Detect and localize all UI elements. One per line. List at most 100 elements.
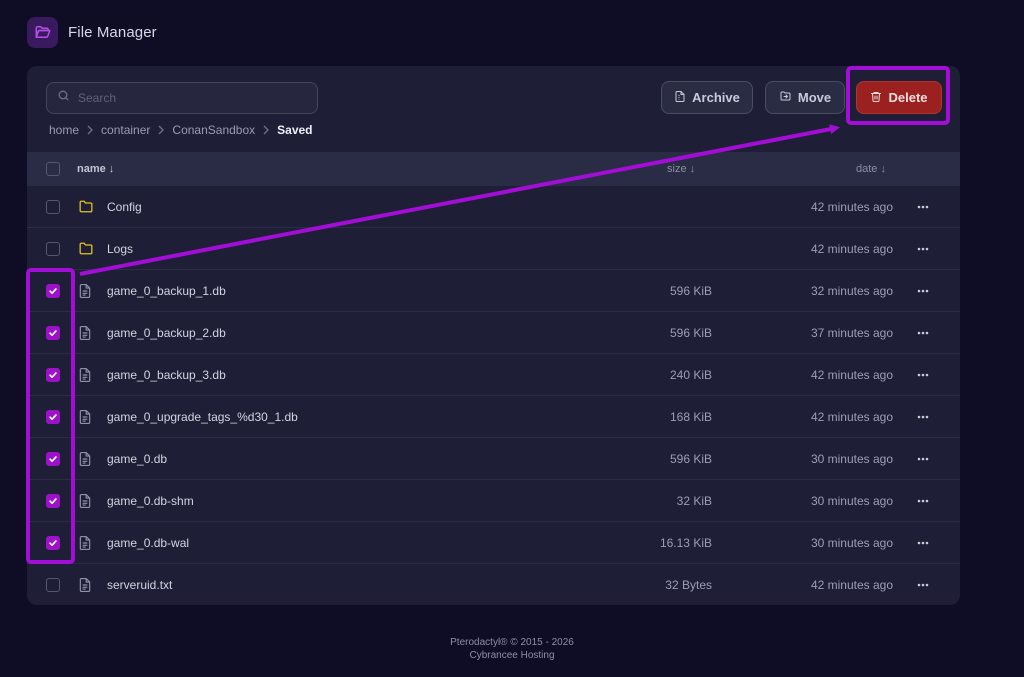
folder-open-icon xyxy=(27,16,58,48)
breadcrumb-home[interactable]: home xyxy=(49,123,79,137)
search-input[interactable] xyxy=(78,91,298,105)
file-name[interactable]: game_0_backup_2.db xyxy=(107,326,226,340)
move-folder-icon xyxy=(779,90,792,105)
trash-icon xyxy=(870,90,882,106)
file-size: 596 KiB xyxy=(669,284,712,298)
row-checkbox[interactable] xyxy=(46,578,60,592)
row-checkbox[interactable] xyxy=(46,242,60,256)
file-text-icon xyxy=(79,536,93,550)
file-name[interactable]: game_0_upgrade_tags_%d30_1.db xyxy=(107,410,298,424)
file-name[interactable]: Logs xyxy=(107,242,133,256)
ellipsis-icon[interactable] xyxy=(914,200,932,214)
file-text-icon xyxy=(79,284,93,298)
breadcrumb-conansandbox[interactable]: ConanSandbox xyxy=(172,123,255,137)
move-button[interactable]: Move xyxy=(765,81,845,114)
breadcrumb-current: Saved xyxy=(277,123,313,137)
file-text-icon xyxy=(79,368,93,382)
check-icon xyxy=(48,454,58,464)
row-checkbox[interactable] xyxy=(46,200,60,214)
file-modified-date: 30 minutes ago xyxy=(810,494,893,508)
search-icon xyxy=(57,89,70,107)
file-name[interactable]: game_0_backup_3.db xyxy=(107,368,226,382)
chevron-right-icon xyxy=(262,125,270,135)
breadcrumb-container[interactable]: container xyxy=(101,123,150,137)
file-name[interactable]: game_0.db-shm xyxy=(107,494,194,508)
delete-button-label: Delete xyxy=(888,90,928,105)
file-size: 596 KiB xyxy=(669,452,712,466)
file-row[interactable]: game_0.db 596 KiB 30 minutes ago xyxy=(27,438,960,480)
ellipsis-icon[interactable] xyxy=(914,536,932,550)
ellipsis-icon[interactable] xyxy=(914,578,932,592)
ellipsis-icon[interactable] xyxy=(914,410,932,424)
archive-button[interactable]: Archive xyxy=(661,81,753,114)
file-modified-date: 42 minutes ago xyxy=(810,578,893,592)
row-checkbox[interactable] xyxy=(46,494,60,508)
file-text-icon xyxy=(79,578,93,592)
file-row[interactable]: game_0.db-shm 32 KiB 30 minutes ago xyxy=(27,480,960,522)
file-text-icon xyxy=(79,410,93,424)
file-size: 16.13 KiB xyxy=(659,536,712,550)
page-title: File Manager xyxy=(68,23,157,41)
file-row[interactable]: game_0_backup_1.db 596 KiB 32 minutes ago xyxy=(27,270,960,312)
row-checkbox[interactable] xyxy=(46,536,60,550)
row-checkbox[interactable] xyxy=(46,452,60,466)
file-row[interactable]: Logs 42 minutes ago xyxy=(27,228,960,270)
file-name[interactable]: game_0.db xyxy=(107,452,167,466)
column-header-name[interactable]: name ↓ xyxy=(77,163,114,175)
check-icon xyxy=(48,538,58,548)
file-size: 32 Bytes xyxy=(665,578,712,592)
chevron-right-icon xyxy=(157,125,165,135)
footer-copyright: Pterodactyl® © 2015 - 2026 xyxy=(450,637,574,648)
file-row[interactable]: Config 42 minutes ago xyxy=(27,186,960,228)
file-modified-date: 30 minutes ago xyxy=(810,536,893,550)
folder-icon xyxy=(79,200,93,214)
archive-file-icon xyxy=(674,90,686,106)
column-header-size[interactable]: size ↓ xyxy=(667,163,695,175)
file-row[interactable]: serveruid.txt 32 Bytes 42 minutes ago xyxy=(27,564,960,605)
file-modified-date: 42 minutes ago xyxy=(810,410,893,424)
file-row[interactable]: game_0_backup_3.db 240 KiB 42 minutes ago xyxy=(27,354,960,396)
file-list: Config 42 minutes ago Logs 42 minutes ago ga… xyxy=(27,186,960,605)
file-modified-date: 42 minutes ago xyxy=(810,242,893,256)
ellipsis-icon[interactable] xyxy=(914,452,932,466)
file-size: 596 KiB xyxy=(669,326,712,340)
move-button-label: Move xyxy=(797,90,832,105)
file-name[interactable]: serveruid.txt xyxy=(107,578,172,592)
file-modified-date: 32 minutes ago xyxy=(810,284,893,298)
file-modified-date: 37 minutes ago xyxy=(810,326,893,340)
ellipsis-icon[interactable] xyxy=(914,326,932,340)
ellipsis-icon[interactable] xyxy=(914,284,932,298)
file-modified-date: 42 minutes ago xyxy=(810,200,893,214)
check-icon xyxy=(48,286,58,296)
chevron-right-icon xyxy=(86,125,94,135)
check-icon xyxy=(48,370,58,380)
row-checkbox[interactable] xyxy=(46,284,60,298)
file-row[interactable]: game_0_backup_2.db 596 KiB 37 minutes ago xyxy=(27,312,960,354)
file-modified-date: 42 minutes ago xyxy=(810,368,893,382)
delete-button[interactable]: Delete xyxy=(856,81,942,114)
table-header: name ↓ size ↓ date ↓ xyxy=(27,152,960,186)
ellipsis-icon[interactable] xyxy=(914,494,932,508)
ellipsis-icon[interactable] xyxy=(914,368,932,382)
row-checkbox[interactable] xyxy=(46,368,60,382)
select-all-checkbox[interactable] xyxy=(46,162,60,176)
footer: Pterodactyl® © 2015 - 2026 Cybrancee Hos… xyxy=(0,636,1024,662)
file-name[interactable]: game_0_backup_1.db xyxy=(107,284,226,298)
file-row[interactable]: game_0.db-wal 16.13 KiB 30 minutes ago xyxy=(27,522,960,564)
file-size: 32 KiB xyxy=(676,494,712,508)
app-header: File Manager xyxy=(27,16,157,48)
file-size: 168 KiB xyxy=(669,410,712,424)
check-icon xyxy=(48,412,58,422)
file-row[interactable]: game_0_upgrade_tags_%d30_1.db 168 KiB 42 m… xyxy=(27,396,960,438)
column-header-date[interactable]: date ↓ xyxy=(856,163,886,175)
row-checkbox[interactable] xyxy=(46,410,60,424)
archive-button-label: Archive xyxy=(692,90,740,105)
row-checkbox[interactable] xyxy=(46,326,60,340)
file-name[interactable]: game_0.db-wal xyxy=(107,536,189,550)
file-manager-panel: home container ConanSandbox Saved Archiv… xyxy=(27,66,960,605)
search-box[interactable] xyxy=(46,82,318,114)
folder-icon xyxy=(79,242,93,256)
file-name[interactable]: Config xyxy=(107,200,142,214)
file-modified-date: 30 minutes ago xyxy=(810,452,893,466)
ellipsis-icon[interactable] xyxy=(914,242,932,256)
